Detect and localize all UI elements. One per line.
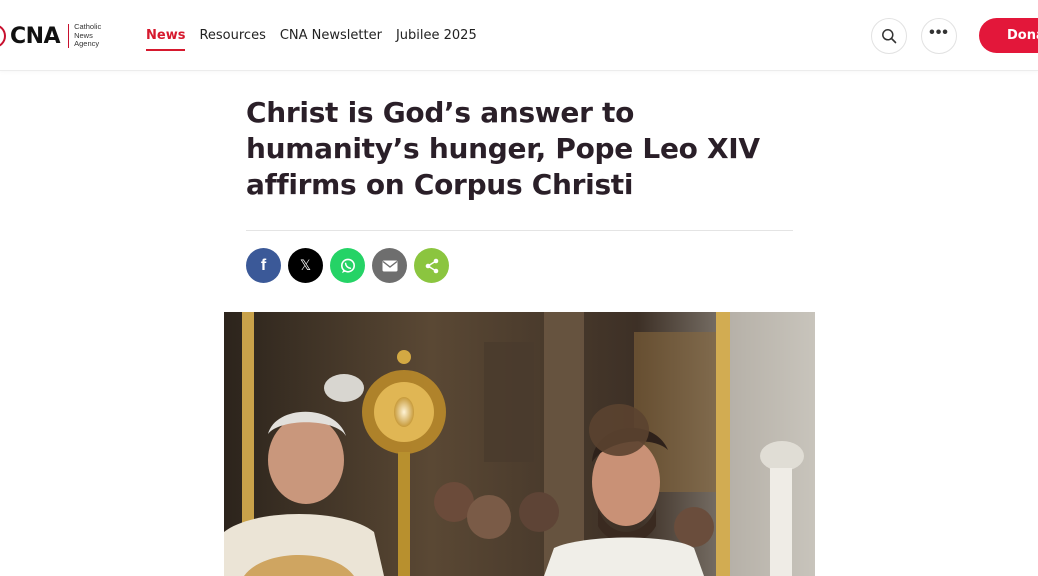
more-button[interactable]: ••• — [921, 18, 957, 54]
article-title: Christ is God’s answer to humanity’s hun… — [246, 96, 760, 201]
logo-sub-line: Agency — [74, 39, 100, 49]
site-header: CNA Catholic News Agency News Resources … — [0, 0, 1038, 71]
nav-item-news[interactable]: News — [146, 20, 186, 51]
share-more-button[interactable] — [414, 248, 449, 283]
share-x-button[interactable]: 𝕏 — [288, 248, 323, 283]
logo-divider — [68, 24, 70, 48]
facebook-icon: f — [260, 256, 267, 274]
main-nav: News Resources CNA Newsletter Jubilee 20… — [146, 0, 477, 71]
search-button[interactable] — [871, 18, 907, 54]
share-email-button[interactable] — [372, 248, 407, 283]
share-whatsapp-button[interactable] — [330, 248, 365, 283]
article-photo — [224, 312, 815, 576]
donate-button[interactable]: Donate — [979, 18, 1038, 53]
nav-item-cna-newsletter[interactable]: CNA Newsletter — [280, 20, 382, 51]
corpus-christi-procession-image — [224, 312, 815, 576]
share-bar: f 𝕏 — [246, 248, 449, 283]
logo-mark-icon — [0, 24, 6, 48]
title-divider — [246, 230, 793, 231]
nav-item-jubilee-2025[interactable]: Jubilee 2025 — [396, 20, 477, 51]
nav-item-resources[interactable]: Resources — [199, 20, 265, 51]
whatsapp-icon — [340, 258, 355, 273]
x-icon: 𝕏 — [299, 257, 312, 274]
share-icon — [425, 258, 438, 273]
email-icon — [382, 260, 397, 271]
logo-text: CNA — [10, 23, 61, 49]
logo-subtitle: Catholic News Agency — [74, 23, 101, 49]
more-horizontal-icon: ••• — [929, 24, 949, 41]
cna-logo[interactable]: CNA Catholic News Agency — [0, 20, 101, 52]
search-icon — [882, 29, 897, 44]
share-facebook-button[interactable]: f — [246, 248, 281, 283]
